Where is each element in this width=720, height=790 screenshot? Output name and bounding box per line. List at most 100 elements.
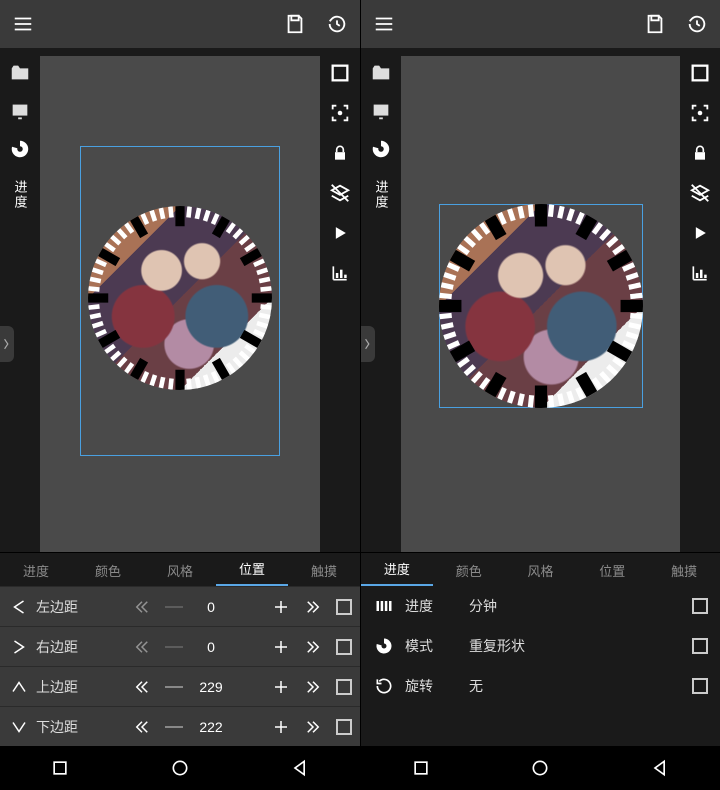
value: 0 xyxy=(197,599,225,615)
artwork-circle[interactable] xyxy=(88,206,272,390)
row-value: 分钟 xyxy=(469,596,676,616)
minus-icon[interactable] xyxy=(165,686,183,688)
tab-color[interactable]: 颜色 xyxy=(433,561,505,586)
focus-icon[interactable] xyxy=(689,102,711,124)
plus-icon[interactable] xyxy=(272,598,290,616)
position-row-up: 上边距 229 xyxy=(0,666,360,706)
play-icon[interactable] xyxy=(329,222,351,244)
position-row-left: 左边距 0 xyxy=(0,586,360,626)
panel-left: 进度 进度 颜色 风格 位置 触摸 左边距 xyxy=(0,0,360,790)
progress-row-rotate[interactable]: 旋转 无 xyxy=(361,666,720,706)
fast-fwd-icon[interactable] xyxy=(304,598,322,616)
ring-icon xyxy=(373,635,395,657)
progress-icon[interactable] xyxy=(9,138,31,160)
fast-fwd-icon[interactable] xyxy=(304,638,322,656)
android-navbar xyxy=(0,746,360,790)
progress-row-ring[interactable]: 模式 重复形状 xyxy=(361,626,720,666)
row-label: 右边距 xyxy=(36,637,78,657)
menu-icon[interactable] xyxy=(12,13,34,35)
lock-checkbox[interactable] xyxy=(336,719,352,735)
menu-icon[interactable] xyxy=(373,13,395,35)
canvas-area: 进度 xyxy=(361,48,720,552)
layers-off-icon[interactable] xyxy=(689,182,711,204)
left-toolbar: 进度 xyxy=(0,56,40,210)
arrow-up-icon xyxy=(8,676,30,698)
minus-icon[interactable] xyxy=(165,606,183,608)
bars-icon xyxy=(373,595,395,617)
nav-back-icon[interactable] xyxy=(650,758,670,778)
save-icon[interactable] xyxy=(644,13,666,35)
lock-icon[interactable] xyxy=(329,142,351,164)
artwork-circle[interactable] xyxy=(439,204,643,408)
square-icon[interactable] xyxy=(329,62,351,84)
stats-icon[interactable] xyxy=(689,262,711,284)
fast-fwd-icon[interactable] xyxy=(304,718,322,736)
lock-icon[interactable] xyxy=(689,142,711,164)
tab-position[interactable]: 位置 xyxy=(216,559,288,586)
canvas[interactable] xyxy=(401,56,680,552)
nav-home-icon[interactable] xyxy=(530,758,550,778)
plus-icon[interactable] xyxy=(272,638,290,656)
nav-home-icon[interactable] xyxy=(170,758,190,778)
topbar xyxy=(361,0,720,48)
folder-open-icon[interactable] xyxy=(370,62,392,84)
rotate-icon xyxy=(373,675,395,697)
expand-tab[interactable] xyxy=(0,326,14,362)
screen-icon[interactable] xyxy=(9,100,31,122)
save-icon[interactable] xyxy=(284,13,306,35)
row-label: 进度 xyxy=(405,596,433,616)
tab-progress[interactable]: 进度 xyxy=(0,561,72,586)
panel-right: 进度 进度 颜色 风格 位置 触摸 进度 分钟 xyxy=(360,0,720,790)
row-checkbox[interactable] xyxy=(692,598,708,614)
value: 229 xyxy=(197,679,225,695)
tab-touch[interactable]: 触摸 xyxy=(648,561,720,586)
history-icon[interactable] xyxy=(686,13,708,35)
fast-back-icon[interactable] xyxy=(133,598,151,616)
row-value: 重复形状 xyxy=(469,636,676,656)
row-checkbox[interactable] xyxy=(692,638,708,654)
fast-back-icon[interactable] xyxy=(133,638,151,656)
fast-back-icon[interactable] xyxy=(133,718,151,736)
lock-checkbox[interactable] xyxy=(336,679,352,695)
expand-tab[interactable] xyxy=(361,326,375,362)
row-label: 上边距 xyxy=(36,677,78,697)
tab-color[interactable]: 颜色 xyxy=(72,561,144,586)
nav-back-icon[interactable] xyxy=(290,758,310,778)
tab-style[interactable]: 风格 xyxy=(505,561,577,586)
folder-open-icon[interactable] xyxy=(9,62,31,84)
fast-fwd-icon[interactable] xyxy=(304,678,322,696)
progress-icon[interactable] xyxy=(370,138,392,160)
lock-checkbox[interactable] xyxy=(336,599,352,615)
position-row-right: 右边距 0 xyxy=(0,626,360,666)
right-toolbar xyxy=(680,56,720,284)
plus-icon[interactable] xyxy=(272,678,290,696)
tab-touch[interactable]: 触摸 xyxy=(288,561,360,586)
history-icon[interactable] xyxy=(326,13,348,35)
canvas-area: 进度 xyxy=(0,48,360,552)
row-checkbox[interactable] xyxy=(692,678,708,694)
plus-icon[interactable] xyxy=(272,718,290,736)
screen-icon[interactable] xyxy=(370,100,392,122)
stats-icon[interactable] xyxy=(329,262,351,284)
left-tool-label: 进度 xyxy=(372,180,391,210)
fast-back-icon[interactable] xyxy=(133,678,151,696)
progress-row-bars[interactable]: 进度 分钟 xyxy=(361,586,720,626)
focus-icon[interactable] xyxy=(329,102,351,124)
nav-recent-icon[interactable] xyxy=(50,758,70,778)
arrow-left-icon xyxy=(8,596,30,618)
tab-progress[interactable]: 进度 xyxy=(361,559,433,586)
property-tabs: 进度 颜色 风格 位置 触摸 xyxy=(0,552,360,586)
square-icon[interactable] xyxy=(689,62,711,84)
layers-off-icon[interactable] xyxy=(329,182,351,204)
right-toolbar xyxy=(320,56,360,284)
row-label: 左边距 xyxy=(36,597,78,617)
tab-style[interactable]: 风格 xyxy=(144,561,216,586)
minus-icon[interactable] xyxy=(165,726,183,728)
nav-recent-icon[interactable] xyxy=(411,758,431,778)
canvas[interactable] xyxy=(40,56,320,552)
tab-position[interactable]: 位置 xyxy=(576,561,648,586)
lock-checkbox[interactable] xyxy=(336,639,352,655)
play-icon[interactable] xyxy=(689,222,711,244)
value: 222 xyxy=(197,719,225,735)
minus-icon[interactable] xyxy=(165,646,183,648)
